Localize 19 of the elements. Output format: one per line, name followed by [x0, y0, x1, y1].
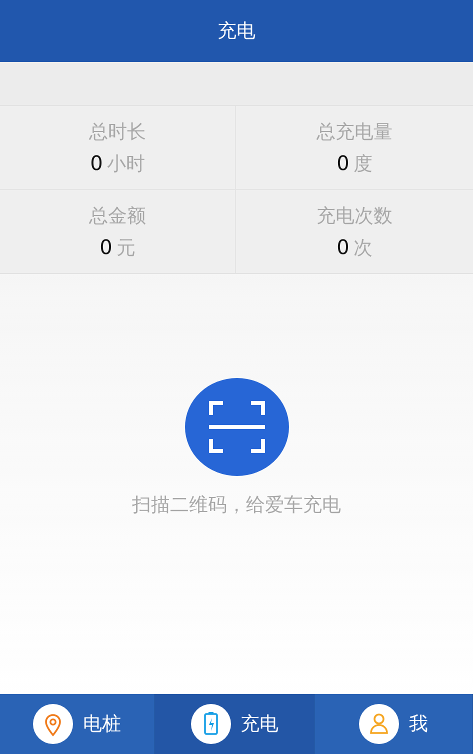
stat-unit: 小时 [106, 152, 145, 176]
stat-value: 0 [90, 150, 103, 174]
page-title: 充电 [218, 19, 256, 44]
pin-icon [33, 704, 73, 744]
scan-icon [208, 401, 264, 453]
stat-label: 充电次数 [316, 204, 392, 228]
stat-value: 0 [100, 234, 112, 258]
stat-label: 总金额 [89, 204, 146, 228]
person-icon [359, 704, 399, 744]
stat-value: 0 [336, 234, 350, 258]
nav-tab[interactable]: 充电 [155, 694, 315, 754]
stat-unit: 元 [116, 236, 136, 260]
scan-caption: 扫描二维码，给爱车充电 [132, 493, 341, 518]
stat-label: 总时长 [89, 120, 146, 144]
battery-icon [190, 704, 230, 744]
stat-unit: 次 [353, 236, 372, 260]
stat-value: 0 [336, 150, 350, 174]
stat-unit: 度 [353, 152, 372, 176]
stat-label: 总充电量 [316, 120, 392, 144]
